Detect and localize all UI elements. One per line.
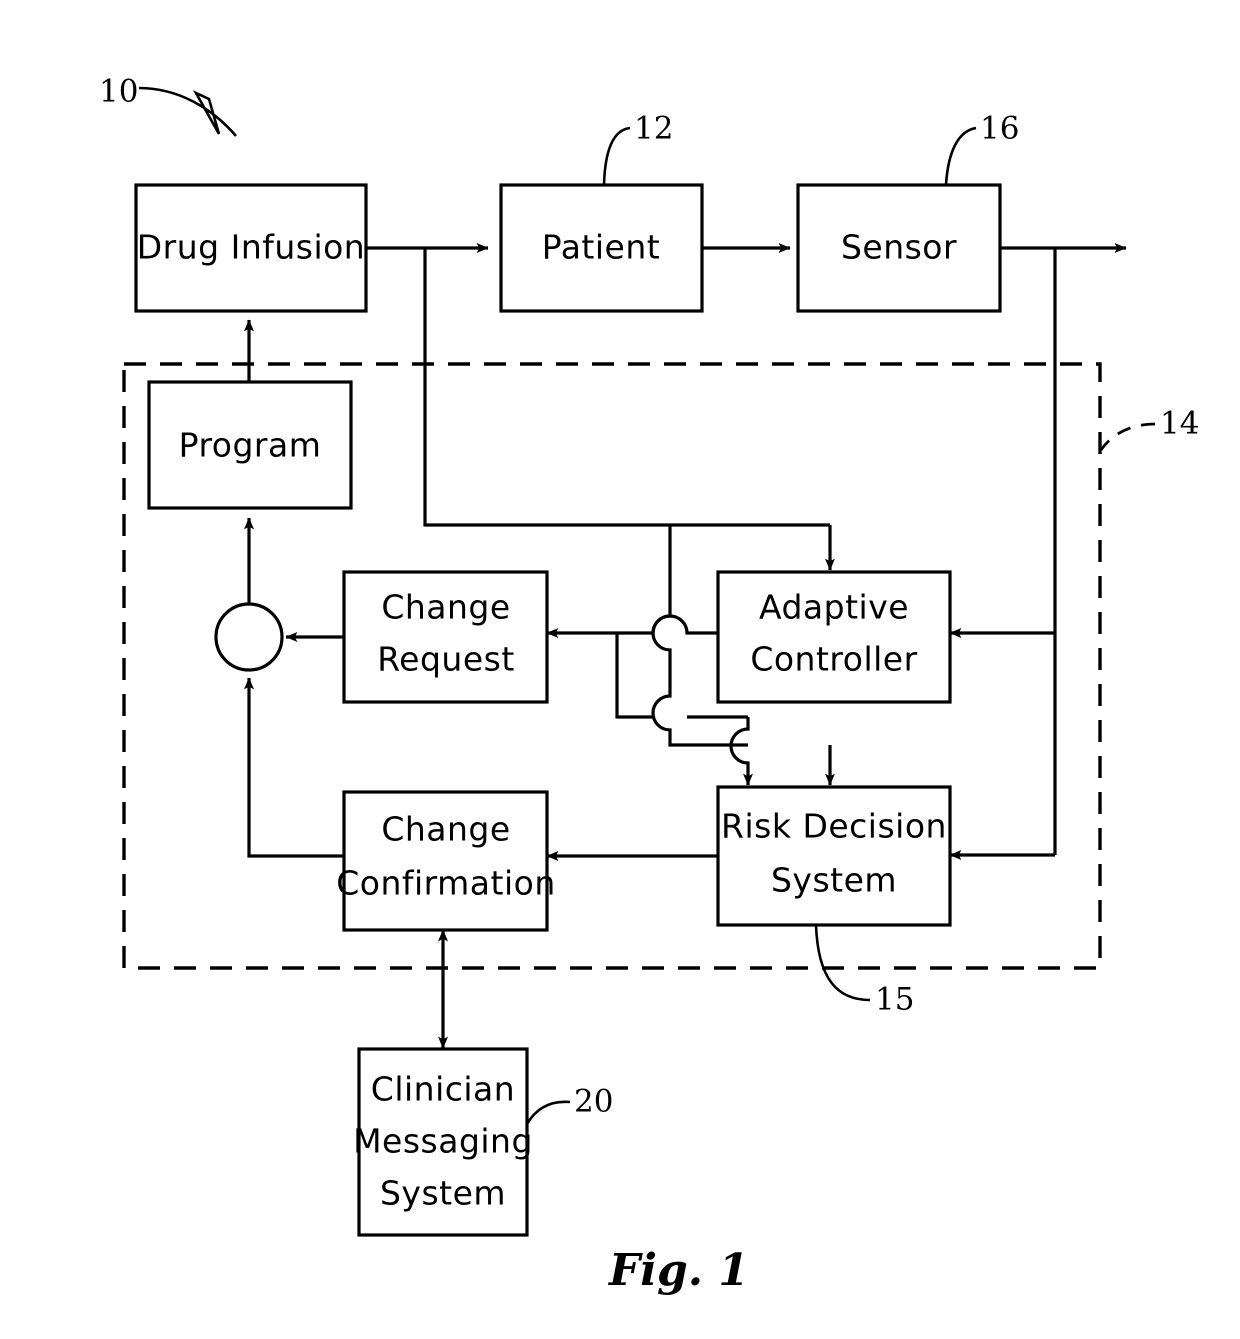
wire-changeconf-to-sum <box>244 677 344 858</box>
wire-riser-left <box>615 633 653 719</box>
figure-caption: Fig. 1 <box>607 1245 749 1296</box>
reference-numeral-16-text: 16 <box>980 111 1019 147</box>
reference-numeral-12: 12 <box>602 111 673 186</box>
block-label-change-confirmation-1: Change <box>381 810 510 849</box>
block-label-clinician-2: Messaging <box>353 1122 533 1161</box>
block-label-clinician-3: System <box>380 1174 506 1213</box>
reference-numeral-10-text: 10 <box>99 74 138 110</box>
block-change-request[interactable]: Change Request <box>342 570 549 704</box>
reference-numeral-12-text: 12 <box>634 111 673 147</box>
block-label-change-confirmation-2: Confirmation <box>336 864 556 903</box>
block-label-sensor: Sensor <box>841 228 957 267</box>
reference-numeral-15-text: 15 <box>875 982 914 1018</box>
block-label-clinician-1: Clinician <box>371 1070 515 1109</box>
figure-caption-text: Fig. 1 <box>607 1245 749 1296</box>
block-adaptive-controller[interactable]: Adaptive Controller <box>716 570 952 704</box>
block-drug-infusion[interactable]: Drug Infusion <box>134 183 368 313</box>
block-risk-decision-system[interactable]: Risk Decision System <box>716 785 952 927</box>
reference-numeral-16: 16 <box>944 111 1019 186</box>
block-label-adaptive-controller-1: Adaptive <box>759 588 909 627</box>
wire-rail-to-risk-left <box>729 717 753 786</box>
block-change-confirmation[interactable]: Change Confirmation <box>336 790 556 932</box>
block-sensor[interactable]: Sensor <box>796 183 1002 313</box>
reference-numeral-14: 14 <box>1099 406 1199 451</box>
block-label-drug-infusion: Drug Infusion <box>137 228 365 267</box>
block-label-adaptive-controller-2: Controller <box>750 640 917 679</box>
reference-numeral-10: 10 <box>99 74 237 137</box>
wire-adaptive-to-changereq <box>546 614 718 638</box>
block-label-risk-decision-1: Risk Decision <box>721 807 947 846</box>
patent-figure: Drug Infusion Patient Sensor Program Cha… <box>0 0 1240 1339</box>
block-clinician-messaging-system[interactable]: Clinician Messaging System <box>353 1047 533 1237</box>
block-label-change-request-1: Change <box>381 588 510 627</box>
block-patient[interactable]: Patient <box>499 183 704 313</box>
reference-numeral-20: 20 <box>525 1084 613 1125</box>
reference-numeral-15: 15 <box>814 924 914 1018</box>
reference-numeral-14-text: 14 <box>1160 406 1199 442</box>
figure-canvas: Drug Infusion Patient Sensor Program Cha… <box>99 74 1199 1297</box>
summing-junction <box>214 602 284 672</box>
block-label-change-request-2: Request <box>377 640 515 679</box>
block-label-risk-decision-2: System <box>771 861 897 900</box>
block-label-patient: Patient <box>542 228 660 267</box>
reference-numeral-20-text: 20 <box>574 1084 613 1120</box>
block-label-program: Program <box>179 426 322 465</box>
block-program[interactable]: Program <box>147 380 353 510</box>
